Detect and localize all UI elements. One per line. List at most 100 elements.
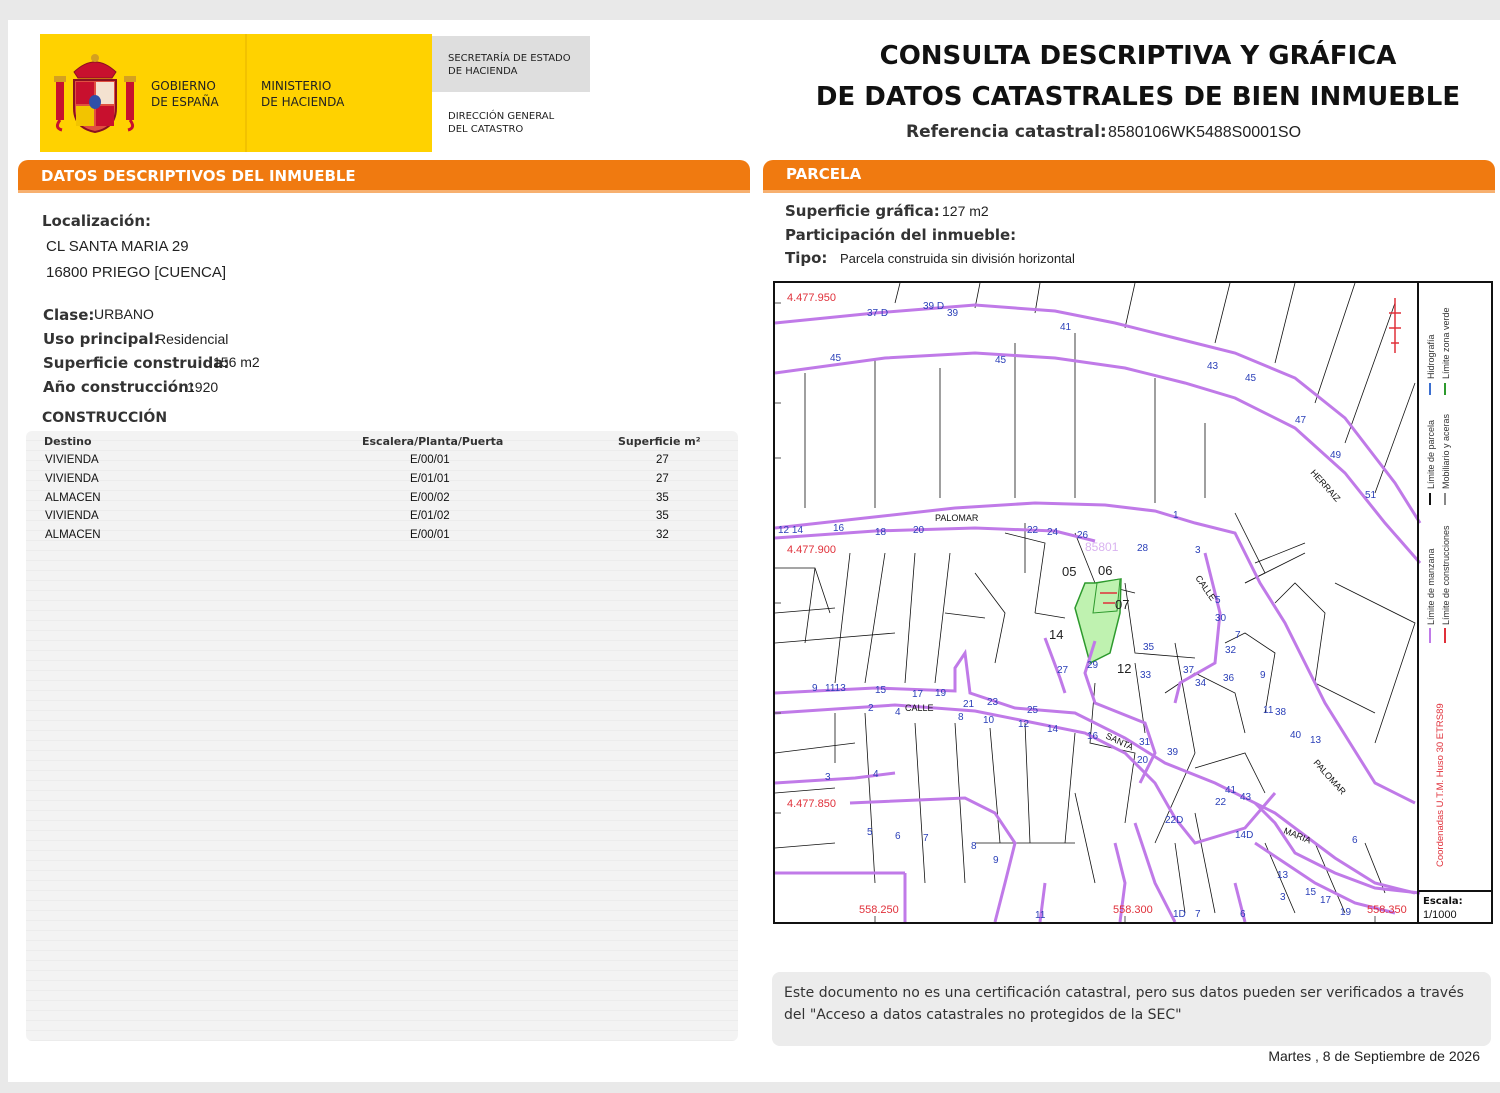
construccion-title: CONSTRUCCIÓN xyxy=(42,410,168,426)
svg-text:15: 15 xyxy=(1305,887,1317,898)
svg-text:41: 41 xyxy=(1060,322,1072,333)
sup-grafica-value: 127 m2 xyxy=(942,203,989,219)
svg-text:17: 17 xyxy=(912,689,924,700)
svg-text:12: 12 xyxy=(1018,719,1030,730)
svg-text:30: 30 xyxy=(1215,613,1227,624)
svg-text:47: 47 xyxy=(1295,415,1307,426)
svg-text:16: 16 xyxy=(833,523,845,534)
svg-text:2: 2 xyxy=(868,703,874,714)
svg-text:15: 15 xyxy=(875,685,887,696)
svg-text:43: 43 xyxy=(1240,792,1252,803)
legend-limite-manzana: Límite de manzana xyxy=(1426,548,1436,625)
svg-text:13: 13 xyxy=(1277,870,1289,881)
clase-label: Clase: xyxy=(43,306,95,324)
legend-limite-parcela: Límite de parcela xyxy=(1426,419,1436,489)
svg-text:39: 39 xyxy=(1167,747,1179,758)
svg-text:16: 16 xyxy=(1087,731,1099,742)
table-cell: 32 xyxy=(656,529,669,541)
svg-text:1D: 1D xyxy=(1173,909,1186,920)
svg-text:27: 27 xyxy=(1057,665,1069,676)
section-bar-datos: DATOS DESCRIPTIVOS DEL INMUEBLE xyxy=(18,160,750,190)
clase-value: URBANO xyxy=(94,306,154,322)
gobierno-text: GOBIERNO DE ESPAÑA xyxy=(151,79,219,109)
svg-text:39: 39 xyxy=(947,308,959,319)
secretaria-text: SECRETARÍA DE ESTADO DE HACIENDA xyxy=(448,53,571,77)
table-cell: VIVIENDA xyxy=(45,510,99,522)
table-cell: E/01/02 xyxy=(410,510,450,522)
svg-text:22D: 22D xyxy=(1165,815,1183,826)
svg-text:9: 9 xyxy=(1260,670,1266,681)
svg-text:37 D: 37 D xyxy=(867,308,888,319)
svg-text:51: 51 xyxy=(1365,490,1377,501)
table-cell: ALMACEN xyxy=(45,492,101,504)
address-line2: 16800 PRIEGO [CUENCA] xyxy=(46,264,227,281)
table-cell: VIVIENDA xyxy=(45,454,99,466)
table-cell: E/01/01 xyxy=(410,473,450,485)
cadastral-map[interactable]: 37 D 39 D 39 41 45 45 43 45 47 49 51 12 14 16 18 2… xyxy=(773,281,1493,924)
table-cell: ALMACEN xyxy=(45,529,101,541)
table-cell: 27 xyxy=(656,473,669,485)
svg-text:43: 43 xyxy=(1207,361,1219,372)
svg-text:19: 19 xyxy=(935,688,947,699)
svg-text:21: 21 xyxy=(963,699,975,710)
table-cell: E/00/01 xyxy=(410,529,450,541)
svg-text:22: 22 xyxy=(1215,797,1227,808)
svg-text:9: 9 xyxy=(812,683,818,694)
svg-text:35: 35 xyxy=(1143,642,1155,653)
svg-text:12 14: 12 14 xyxy=(778,525,803,536)
participacion-label: Participación del inmueble: xyxy=(785,226,1017,244)
svg-text:19: 19 xyxy=(1340,907,1352,918)
table-cell: 27 xyxy=(656,454,669,466)
table-cell: 35 xyxy=(656,492,669,504)
svg-text:22: 22 xyxy=(1027,525,1039,536)
svg-text:45: 45 xyxy=(995,355,1007,366)
svg-text:24: 24 xyxy=(1047,527,1059,538)
svg-text:20: 20 xyxy=(913,525,925,536)
disclaimer-text: Este documento no es una certificación c… xyxy=(784,985,1464,1023)
page-title: CONSULTA DESCRIPTIVA Y GRÁFICA DE DATOS … xyxy=(815,41,1461,112)
svg-text:8: 8 xyxy=(958,712,964,723)
uso-value: Residencial xyxy=(156,331,229,347)
th-superficie: Superficie m² xyxy=(618,435,701,448)
direccion-text: DIRECCIÓN GENERAL DEL CATASTRO xyxy=(448,111,555,135)
svg-text:9: 9 xyxy=(993,855,999,866)
logo-divider xyxy=(245,34,247,152)
svg-text:28: 28 xyxy=(1137,543,1149,554)
svg-text:10: 10 xyxy=(983,715,995,726)
document-date: Martes , 8 de Septiembre de 2026 xyxy=(1268,1048,1480,1064)
svg-text:45: 45 xyxy=(830,353,842,364)
construccion-table: Destino Escalera/Planta/Puerta Superfici… xyxy=(26,431,738,1041)
scale-label: Escala: xyxy=(1423,896,1463,907)
svg-text:32: 32 xyxy=(1225,645,1237,656)
svg-text:37: 37 xyxy=(1183,665,1195,676)
map-canvas: 37 D39 D39 4145 45 434547 495112 14 16 18 2… xyxy=(775,283,1491,922)
svg-text:558.250: 558.250 xyxy=(859,904,899,916)
svg-text:85801: 85801 xyxy=(1085,540,1119,554)
svg-text:18: 18 xyxy=(875,527,887,538)
svg-text:4: 4 xyxy=(895,707,901,718)
svg-text:4: 4 xyxy=(873,769,879,780)
svg-text:11: 11 xyxy=(1035,910,1046,921)
coordinate-system-label: Coordenadas U.T.M. Huso 30 ETRS89 xyxy=(1435,703,1446,867)
svg-text:3: 3 xyxy=(825,772,831,783)
svg-text:39 D: 39 D xyxy=(923,301,944,312)
svg-text:25: 25 xyxy=(1027,705,1039,716)
svg-text:4.477.950: 4.477.950 xyxy=(787,292,836,304)
uso-label: Uso principal: xyxy=(43,330,160,348)
svg-text:05: 05 xyxy=(1062,564,1076,579)
coat-of-arms-icon xyxy=(54,54,136,134)
svg-text:14D: 14D xyxy=(1235,830,1253,841)
svg-text:6: 6 xyxy=(1352,835,1358,846)
legend-zona-verde: Límite zona verde xyxy=(1441,307,1451,379)
svg-text:12: 12 xyxy=(1117,661,1131,676)
legend-hidrografia: Hidrografía xyxy=(1426,334,1436,379)
ref-value: 8580106WK5488S0001SO xyxy=(1108,124,1302,141)
svg-text:23: 23 xyxy=(987,697,999,708)
ministerio-text: MINISTERIO DE HACIENDA xyxy=(261,79,345,109)
document-page: GOBIERNO DE ESPAÑA MINISTERIO DE HACIEND… xyxy=(8,20,1500,1082)
table-cell: 35 xyxy=(656,510,669,522)
svg-text:PALOMAR: PALOMAR xyxy=(935,513,979,523)
svg-text:8: 8 xyxy=(971,841,977,852)
ref-label: Referencia catastral: xyxy=(906,122,1107,142)
section-title-datos: DATOS DESCRIPTIVOS DEL INMUEBLE xyxy=(41,167,356,185)
